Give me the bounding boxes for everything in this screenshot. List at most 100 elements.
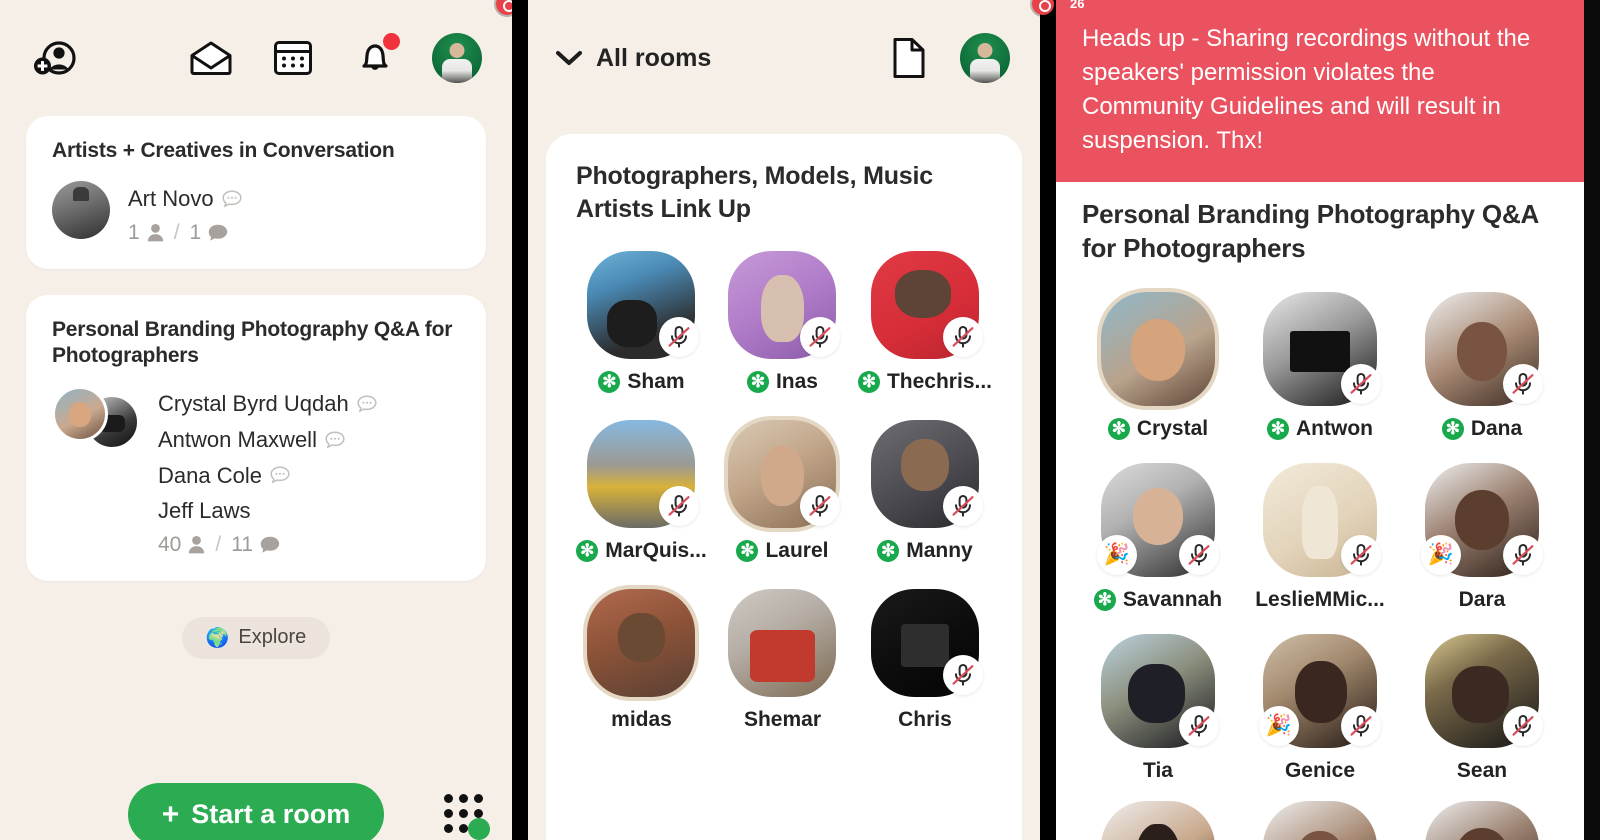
mic-muted-badge bbox=[942, 317, 983, 357]
participant-name: ✻ Inas bbox=[746, 370, 818, 394]
room-title: Personal Branding Photography Q&A for Ph… bbox=[1082, 199, 1539, 264]
participant-avatar[interactable] bbox=[870, 589, 983, 697]
participant-avatar[interactable] bbox=[1101, 633, 1219, 748]
list-item[interactable] bbox=[1406, 800, 1558, 840]
participant-name: Shemar bbox=[744, 708, 821, 732]
dot-grid-icon[interactable] bbox=[444, 794, 490, 840]
participant-cell[interactable]: ✻ Dana bbox=[1406, 291, 1558, 441]
mic-muted-icon bbox=[668, 495, 690, 517]
participant-name-label: Dana bbox=[1470, 416, 1523, 440]
chevron-down-icon bbox=[556, 51, 582, 65]
participant-name-label: Sean bbox=[1456, 758, 1508, 782]
participant-name: ✻ Crystal bbox=[1107, 417, 1208, 441]
participant-avatar[interactable] bbox=[587, 589, 696, 697]
avatar bbox=[1101, 291, 1215, 406]
participant-grid-overflow bbox=[1082, 783, 1558, 840]
all-rooms-button[interactable]: All rooms bbox=[556, 44, 711, 73]
member-count: 40 bbox=[158, 532, 182, 556]
participant-avatar[interactable] bbox=[728, 420, 841, 528]
room-card-title: Personal Branding Photography Q&A for Ph… bbox=[52, 317, 453, 368]
participant-cell[interactable]: ✻ Sham bbox=[576, 251, 707, 394]
participant-name-label: Inas bbox=[775, 370, 818, 393]
participant-cell[interactable]: ✻ Crystal bbox=[1082, 291, 1234, 441]
start-a-room-button[interactable]: + Start a room bbox=[127, 783, 385, 840]
participant-cell[interactable]: midas bbox=[576, 589, 707, 732]
participant-avatar[interactable] bbox=[1263, 462, 1381, 577]
speaker-count: 11 bbox=[231, 532, 254, 556]
speaker-name: Crystal Byrd Uqdah bbox=[158, 391, 349, 417]
add-people-icon[interactable] bbox=[28, 31, 82, 85]
participant-avatar[interactable] bbox=[728, 589, 837, 697]
participant-cell[interactable]: 🎉 Dara bbox=[1406, 462, 1558, 612]
mic-muted-icon bbox=[1350, 372, 1372, 395]
participant-cell[interactable]: ✻ Manny bbox=[858, 420, 992, 563]
participant-avatar[interactable]: 🎉 bbox=[1421, 462, 1543, 577]
participant-avatar[interactable] bbox=[1425, 291, 1543, 406]
participant-cell[interactable]: Chris bbox=[858, 589, 992, 732]
participant-cell[interactable]: 🎉 ✻ Savannah bbox=[1082, 462, 1234, 612]
participant-grid: ✻ Sham ✻ Inas ✻ Thechris... ✻ MarQuis... ✻ Laurel… bbox=[576, 251, 992, 732]
participant-avatar[interactable] bbox=[1425, 633, 1543, 748]
participant-cell[interactable]: ✻ MarQuis... bbox=[576, 420, 707, 563]
chat-bubble-icon bbox=[357, 395, 377, 413]
person-icon bbox=[147, 224, 163, 242]
list-item[interactable] bbox=[1244, 800, 1396, 840]
participant-name-label: Tia bbox=[1143, 758, 1173, 782]
room-card[interactable]: Artists + Creatives in Conversation Art … bbox=[26, 116, 486, 269]
speaker-name: Art Novo bbox=[128, 185, 214, 211]
room-sheet: Photographers, Models, Music Artists Lin… bbox=[546, 134, 1022, 840]
moderator-badge-icon: ✻ bbox=[1093, 588, 1116, 611]
mic-muted-badge bbox=[1179, 705, 1219, 746]
participant-cell[interactable]: 🎉 Genice bbox=[1244, 633, 1396, 783]
participant-cell[interactable]: LeslieMMic... bbox=[1244, 462, 1396, 612]
notification-dot bbox=[383, 33, 400, 50]
speaker-row: Antwon Maxwell bbox=[158, 422, 377, 458]
participant-avatar[interactable]: 🎉 bbox=[1259, 633, 1381, 748]
profile-avatar[interactable] bbox=[958, 31, 1012, 85]
participant-cell[interactable]: ✻ Laurel bbox=[717, 420, 848, 563]
mic-muted-icon bbox=[1512, 714, 1534, 737]
participant-name-label: Thechris... bbox=[886, 370, 992, 393]
participant-cell[interactable]: Sean bbox=[1406, 633, 1558, 783]
chat-bubble-icon bbox=[270, 466, 290, 484]
participant-name: ✻ Dana bbox=[1441, 416, 1523, 441]
participant-name-label: midas bbox=[611, 708, 672, 731]
explore-button[interactable]: 🌍 Explore bbox=[181, 616, 331, 659]
party-popper-icon: 🎉 bbox=[1259, 705, 1299, 746]
profile-avatar[interactable] bbox=[430, 31, 484, 85]
mic-muted-icon bbox=[1512, 543, 1534, 566]
participant-avatar[interactable] bbox=[728, 251, 841, 359]
participant-cell[interactable]: ✻ Inas bbox=[717, 251, 848, 394]
participant-avatar[interactable] bbox=[870, 420, 983, 528]
explore-label: Explore bbox=[238, 626, 307, 649]
speech-bubble-icon bbox=[209, 224, 228, 241]
participant-cell[interactable]: ✻ Thechris... bbox=[857, 251, 992, 394]
participant-avatar[interactable] bbox=[587, 251, 700, 359]
participant-cell[interactable]: Tia bbox=[1082, 633, 1234, 783]
panel-room-personal-branding: 26 Heads up - Sharing recordings without… bbox=[1056, 0, 1584, 840]
inbox-envelope-icon[interactable] bbox=[184, 31, 238, 85]
community-guidelines-banner: Heads up - Sharing recordings without th… bbox=[1056, 0, 1584, 183]
participant-name: Genice bbox=[1285, 759, 1355, 783]
participant-avatar[interactable] bbox=[870, 251, 983, 359]
participant-avatar[interactable] bbox=[1263, 291, 1381, 406]
participant-avatar[interactable]: 🎉 bbox=[1097, 462, 1219, 577]
avatar bbox=[587, 589, 696, 697]
all-rooms-label: All rooms bbox=[596, 43, 712, 72]
notes-document-icon[interactable] bbox=[882, 31, 936, 85]
participant-name: ✻ Antwon bbox=[1267, 417, 1373, 441]
mic-muted-icon bbox=[952, 664, 974, 686]
participant-name: LeslieMMic... bbox=[1255, 588, 1385, 612]
participant-cell[interactable]: ✻ Antwon bbox=[1244, 291, 1396, 441]
list-item[interactable] bbox=[1082, 800, 1234, 840]
chat-bubble-icon bbox=[325, 431, 345, 449]
room-card[interactable]: Personal Branding Photography Q&A for Ph… bbox=[26, 294, 486, 581]
mic-muted-badge bbox=[1503, 705, 1543, 746]
participant-cell[interactable]: Shemar bbox=[717, 589, 848, 732]
person-icon bbox=[189, 536, 205, 554]
participant-avatar[interactable] bbox=[587, 420, 700, 528]
participant-name-label: Antwon bbox=[1296, 416, 1373, 440]
participant-avatar[interactable] bbox=[1101, 291, 1215, 406]
notifications-bell-icon[interactable] bbox=[348, 31, 402, 85]
calendar-icon[interactable] bbox=[266, 31, 320, 85]
